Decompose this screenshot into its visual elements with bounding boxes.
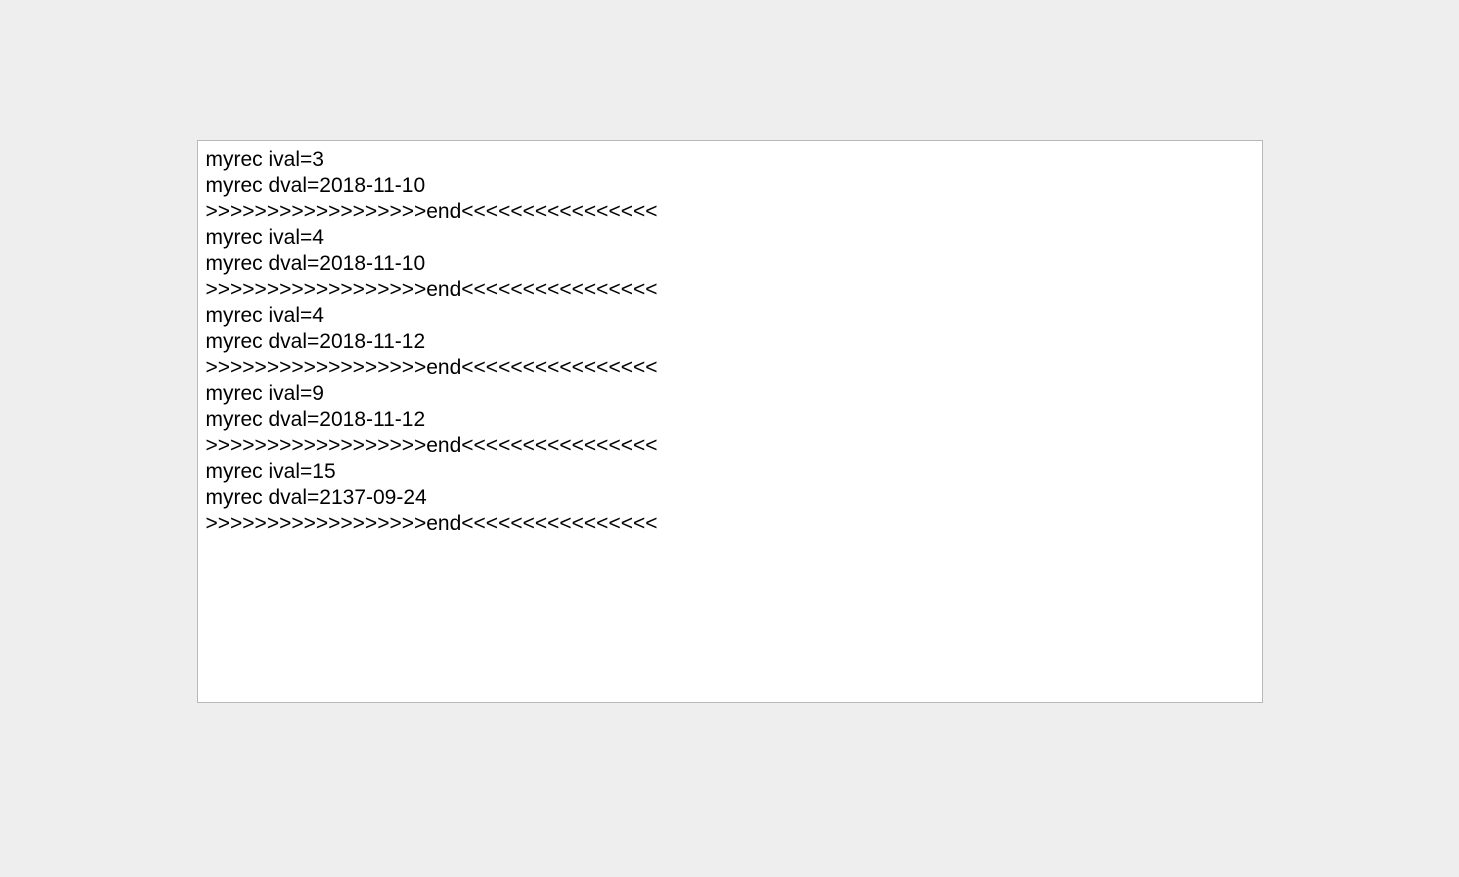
output-line: myrec ival=15 bbox=[206, 459, 1254, 485]
output-line: myrec dval=2137-09-24 bbox=[206, 485, 1254, 511]
output-window: myrec ival=3 myrec dval=2018-11-10 >>>>>… bbox=[197, 140, 1263, 703]
output-line: >>>>>>>>>>>>>>>>>>end<<<<<<<<<<<<<<<< bbox=[206, 511, 1254, 537]
output-line: myrec ival=4 bbox=[206, 303, 1254, 329]
output-line: myrec dval=2018-11-10 bbox=[206, 173, 1254, 199]
output-line: myrec dval=2018-11-12 bbox=[206, 407, 1254, 433]
output-line: >>>>>>>>>>>>>>>>>>end<<<<<<<<<<<<<<<< bbox=[206, 433, 1254, 459]
output-line: >>>>>>>>>>>>>>>>>>end<<<<<<<<<<<<<<<< bbox=[206, 277, 1254, 303]
output-line: myrec dval=2018-11-12 bbox=[206, 329, 1254, 355]
output-line: >>>>>>>>>>>>>>>>>>end<<<<<<<<<<<<<<<< bbox=[206, 355, 1254, 381]
output-line: >>>>>>>>>>>>>>>>>>end<<<<<<<<<<<<<<<< bbox=[206, 199, 1254, 225]
output-line: myrec ival=4 bbox=[206, 225, 1254, 251]
output-line: myrec dval=2018-11-10 bbox=[206, 251, 1254, 277]
output-line: myrec ival=9 bbox=[206, 381, 1254, 407]
output-line: myrec ival=3 bbox=[206, 147, 1254, 173]
